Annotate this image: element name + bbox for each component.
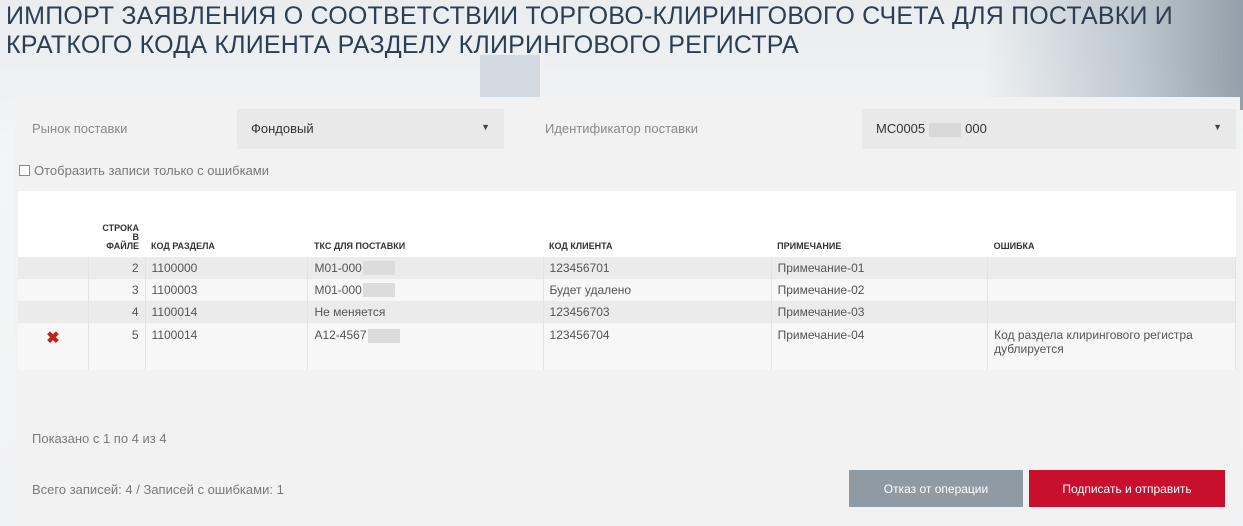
cell-note: Примечание-04 [771, 323, 989, 370]
delivery-id-suffix: 000 [965, 121, 987, 136]
cell-note: Примечание-02 [771, 279, 989, 301]
cell-error: Код раздела клирингового регистра дублир… [987, 323, 1236, 370]
pagination-info: Показано с 1 по 4 из 4 [32, 431, 167, 446]
cell-line: 2 [88, 257, 146, 279]
column-header-tks[interactable]: ТКС ДЛЯ ПОСТАВКИ [308, 191, 543, 257]
table-header-row: СТРОКА В ФАЙЛЕ КОД РАЗДЕЛА ТКС ДЛЯ ПОСТАВК… [18, 191, 1236, 257]
errors-only-toggle[interactable]: Отобразить записи только с ошибками [19, 163, 269, 178]
cancel-button[interactable]: Отказ от операции [849, 470, 1023, 507]
column-header-client[interactable]: КОД КЛИЕНТА [543, 191, 771, 257]
redacted-mask [929, 122, 962, 137]
market-label: Рынок поставки [32, 121, 128, 136]
errors-only-label: Отобразить записи только с ошибками [34, 163, 270, 178]
chevron-down-icon: ▼ [481, 122, 490, 132]
chevron-down-icon: ▼ [1213, 122, 1222, 132]
cell-line: 4 [88, 301, 146, 323]
cell-tks: M01-000 [307, 257, 544, 279]
delivery-id-label: Идентификатор поставки [545, 121, 698, 136]
cell-error [987, 301, 1236, 323]
redacted-mask [367, 328, 400, 343]
cell-line: 3 [88, 279, 146, 301]
cell-section: 1100014 [145, 323, 309, 370]
cell-note: Примечание-01 [771, 257, 989, 279]
column-header-section[interactable]: КОД РАЗДЕЛА [145, 191, 308, 257]
status-column-header [18, 191, 88, 257]
redacted-mask [362, 261, 395, 276]
delivery-id-prefix: MC0005 [876, 121, 926, 136]
redacted-mask [362, 283, 395, 298]
table-row[interactable]: 2 1100000 M01-000 123456701 Примечание-0… [18, 257, 1236, 279]
market-select[interactable]: Фондовый ▼ [237, 109, 504, 149]
cell-tks: A12-4567 [307, 323, 544, 370]
cell-tks: M01-000 [307, 279, 544, 301]
close-icon: ✖ [18, 323, 89, 370]
cell-client: Будет удалено [543, 279, 772, 301]
column-header-error[interactable]: ОШИБКА [988, 191, 1236, 257]
cell-error [987, 279, 1236, 301]
totals-info: Всего записей: 4 / Записей с ошибками: 1 [32, 482, 284, 497]
errors-only-checkbox[interactable] [19, 165, 30, 176]
sign-and-send-button[interactable]: Подписать и отправить [1029, 470, 1225, 507]
cell-error [987, 257, 1236, 279]
cell-client: 123456704 [543, 323, 772, 370]
column-header-note[interactable]: ПРИМЕЧАНИЕ [771, 191, 987, 257]
cell-client: 123456703 [543, 301, 772, 323]
table-row[interactable]: 3 1100003 M01-000 Будет удалено Примечан… [18, 279, 1236, 301]
column-header-line[interactable]: СТРОКА В ФАЙЛЕ [88, 191, 145, 257]
page-title: ИМПОРТ ЗАЯВЛЕНИЯ О СООТВЕТСТВИИ ТОРГОВО-… [6, 2, 1173, 59]
delivery-id-select[interactable]: MC0005 000 ▼ [862, 109, 1236, 149]
cell-section: 1100014 [145, 301, 309, 323]
import-table: СТРОКА В ФАЙЛЕ КОД РАЗДЕЛА ТКС ДЛЯ ПОСТАВК… [18, 191, 1236, 370]
cell-section: 1100000 [145, 257, 309, 279]
cell-client: 123456701 [543, 257, 772, 279]
cell-note: Примечание-03 [771, 301, 989, 323]
table-row[interactable]: ✖ 5 1100014 A12-4567 123456704 Примечани… [18, 323, 1236, 370]
table-row[interactable]: 4 1100014 Не меняется 123456703 Примечан… [18, 301, 1236, 323]
cell-section: 1100003 [145, 279, 309, 301]
cell-line: 5 [88, 323, 146, 370]
market-select-value: Фондовый [251, 121, 314, 136]
cell-tks: Не меняется [307, 301, 544, 323]
